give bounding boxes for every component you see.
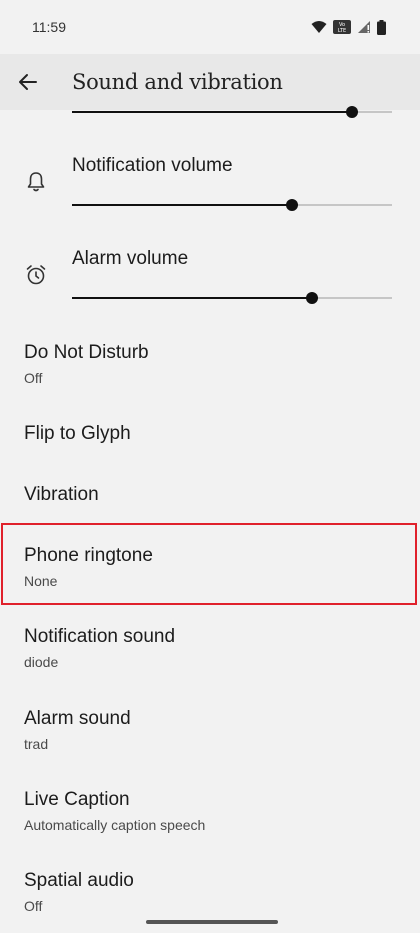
alarm-clock-icon bbox=[26, 265, 46, 285]
notification-volume-label: Notification volume bbox=[72, 155, 233, 176]
slider-fill bbox=[72, 297, 312, 299]
bell-icon bbox=[27, 172, 45, 192]
battery-icon bbox=[377, 19, 386, 35]
slider-fill bbox=[72, 111, 352, 113]
status-bar: 11:59 Vo LTE bbox=[0, 0, 420, 54]
wifi-icon bbox=[311, 21, 327, 33]
slider-thumb[interactable] bbox=[346, 106, 358, 118]
slider-fill bbox=[72, 204, 292, 206]
item-subtitle: Automatically caption speech bbox=[24, 817, 206, 833]
signal-icon bbox=[358, 21, 370, 33]
volte-icon: Vo LTE bbox=[333, 20, 351, 34]
item-title: Phone ringtone bbox=[24, 545, 153, 566]
item-title: Notification sound bbox=[24, 626, 176, 647]
item-title: Live Caption bbox=[24, 789, 130, 810]
slider-thumb[interactable] bbox=[286, 199, 298, 211]
notification-sound-item[interactable]: Notification sound diode bbox=[0, 626, 420, 670]
flip-to-glyph-item[interactable]: Flip to Glyph bbox=[0, 423, 420, 445]
alarm-sound-item[interactable]: Alarm sound trad bbox=[0, 708, 420, 752]
svg-text:LTE: LTE bbox=[338, 28, 346, 34]
alarm-volume-slider[interactable] bbox=[72, 292, 392, 304]
item-subtitle: trad bbox=[24, 736, 49, 752]
status-time: 11:59 bbox=[32, 19, 66, 35]
notification-volume-row: Notification volume bbox=[0, 150, 420, 220]
spatial-audio-item[interactable]: Spatial audio Off bbox=[0, 870, 420, 914]
page-title: Sound and vibration bbox=[72, 70, 283, 94]
slider-thumb[interactable] bbox=[306, 292, 318, 304]
notification-volume-slider[interactable] bbox=[72, 199, 392, 211]
live-caption-item[interactable]: Live Caption Automatically caption speec… bbox=[0, 789, 420, 833]
alarm-volume-label: Alarm volume bbox=[72, 248, 189, 269]
arrow-back-icon bbox=[19, 74, 37, 90]
back-button[interactable] bbox=[0, 54, 56, 110]
alarm-volume-row: Alarm volume bbox=[0, 243, 420, 313]
app-bar: Sound and vibration bbox=[0, 54, 420, 110]
vibration-item[interactable]: Vibration bbox=[0, 484, 420, 506]
media-volume-slider[interactable] bbox=[72, 106, 392, 118]
item-subtitle: diode bbox=[24, 654, 59, 670]
item-subtitle: None bbox=[24, 573, 58, 589]
item-title: Alarm sound bbox=[24, 708, 131, 729]
do-not-disturb-item[interactable]: Do Not Disturb Off bbox=[0, 342, 420, 386]
item-subtitle: Off bbox=[24, 898, 43, 914]
item-title: Do Not Disturb bbox=[24, 342, 149, 363]
status-icons: Vo LTE bbox=[311, 19, 386, 35]
item-title: Vibration bbox=[24, 484, 99, 505]
item-title: Flip to Glyph bbox=[24, 423, 131, 444]
item-subtitle: Off bbox=[24, 370, 43, 386]
item-title: Spatial audio bbox=[24, 870, 134, 891]
phone-ringtone-item[interactable]: Phone ringtone None bbox=[0, 545, 420, 589]
gesture-nav-handle[interactable] bbox=[146, 920, 278, 924]
